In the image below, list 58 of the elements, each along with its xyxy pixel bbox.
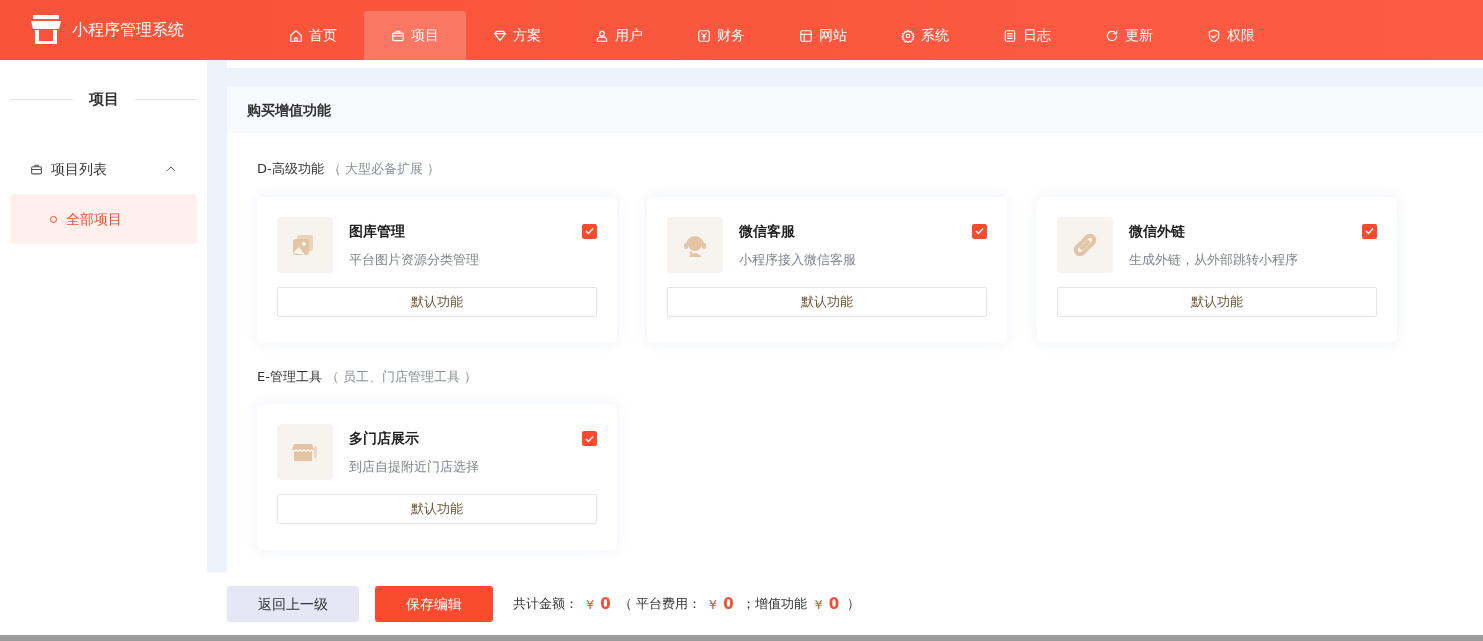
nav-tab[interactable]: 项目 — [364, 11, 466, 60]
feature-description: 到店自提附近门店选择 — [349, 458, 480, 476]
price-amount: ¥ 0 — [814, 593, 840, 615]
nav-tab[interactable]: 权限 — [1180, 11, 1282, 60]
back-button[interactable]: 返回上一级 — [227, 586, 359, 622]
yen-icon — [697, 28, 711, 43]
briefcase-icon — [30, 162, 43, 176]
checkbox[interactable] — [582, 223, 597, 239]
feature-name: 多门店展示 — [349, 429, 419, 448]
store-logo-icon — [30, 15, 62, 45]
default-feature-button[interactable]: 默认功能 — [277, 286, 597, 317]
default-feature-button[interactable]: 默认功能 — [277, 494, 597, 524]
check-icon — [585, 227, 594, 235]
briefcase-icon — [391, 28, 405, 43]
menu-group[interactable]: 项目列表 — [10, 144, 197, 194]
sidebar-title: 项目 — [88, 88, 119, 110]
nav-tab[interactable]: 日志 — [976, 11, 1078, 60]
diamond-icon — [493, 28, 507, 43]
check-icon — [975, 227, 984, 235]
default-feature-button[interactable]: 默认功能 — [667, 286, 987, 317]
app-title: 小程序管理系统 — [72, 19, 184, 41]
summary-label: 共计金额： — [513, 595, 578, 614]
nav-tab[interactable]: 财务 — [670, 11, 772, 60]
feature-name: 微信客服 — [739, 221, 795, 241]
section-title: D-高级功能 （ 大型必备扩展 ） — [257, 160, 441, 178]
gear-icon — [901, 28, 915, 43]
checkbox[interactable] — [1362, 223, 1377, 239]
nav-tab[interactable]: 网站 — [772, 11, 874, 60]
check-icon — [1365, 227, 1374, 235]
summary-label: ） — [847, 595, 861, 614]
menu-item[interactable]: 全部项目 — [10, 194, 197, 244]
document-icon — [1003, 28, 1017, 43]
shield-icon — [1207, 28, 1221, 43]
feature-description: 生成外链，从外部跳转小程序 — [1129, 250, 1299, 269]
layout-icon — [799, 28, 813, 43]
save-button[interactable]: 保存编辑 — [375, 586, 493, 622]
price-amount: ¥ 0 — [586, 593, 611, 615]
section-title: E-管理工具 （ 员工、门店管理工具 ） — [257, 367, 479, 386]
default-feature-button[interactable]: 默认功能 — [1057, 286, 1377, 317]
feature-name: 微信外链 — [1129, 221, 1185, 241]
user-icon — [595, 28, 609, 43]
checkbox[interactable] — [582, 431, 597, 446]
price-amount: ¥ 0 — [708, 593, 734, 615]
feature-name: 图库管理 — [349, 221, 405, 241]
summary-label: ；增值功能 — [741, 595, 807, 614]
nav-tab[interactable]: 系统 — [874, 11, 976, 60]
nav-tab[interactable]: 更新 — [1078, 11, 1180, 60]
feature-description: 小程序接入微信客服 — [739, 250, 857, 269]
refresh-icon — [1105, 28, 1119, 43]
summary-label: （ 平台费用： — [618, 595, 701, 614]
nav-tab[interactable]: 用户 — [568, 11, 670, 60]
nav-tab[interactable]: 首页 — [262, 11, 364, 60]
feature-description: 平台图片资源分类管理 — [349, 250, 480, 269]
home-icon — [289, 28, 303, 43]
checkbox[interactable] — [972, 223, 987, 239]
panel-title: 购买增值功能 — [227, 87, 1483, 133]
nav-tab[interactable]: 方案 — [466, 11, 568, 60]
check-icon — [585, 434, 594, 443]
